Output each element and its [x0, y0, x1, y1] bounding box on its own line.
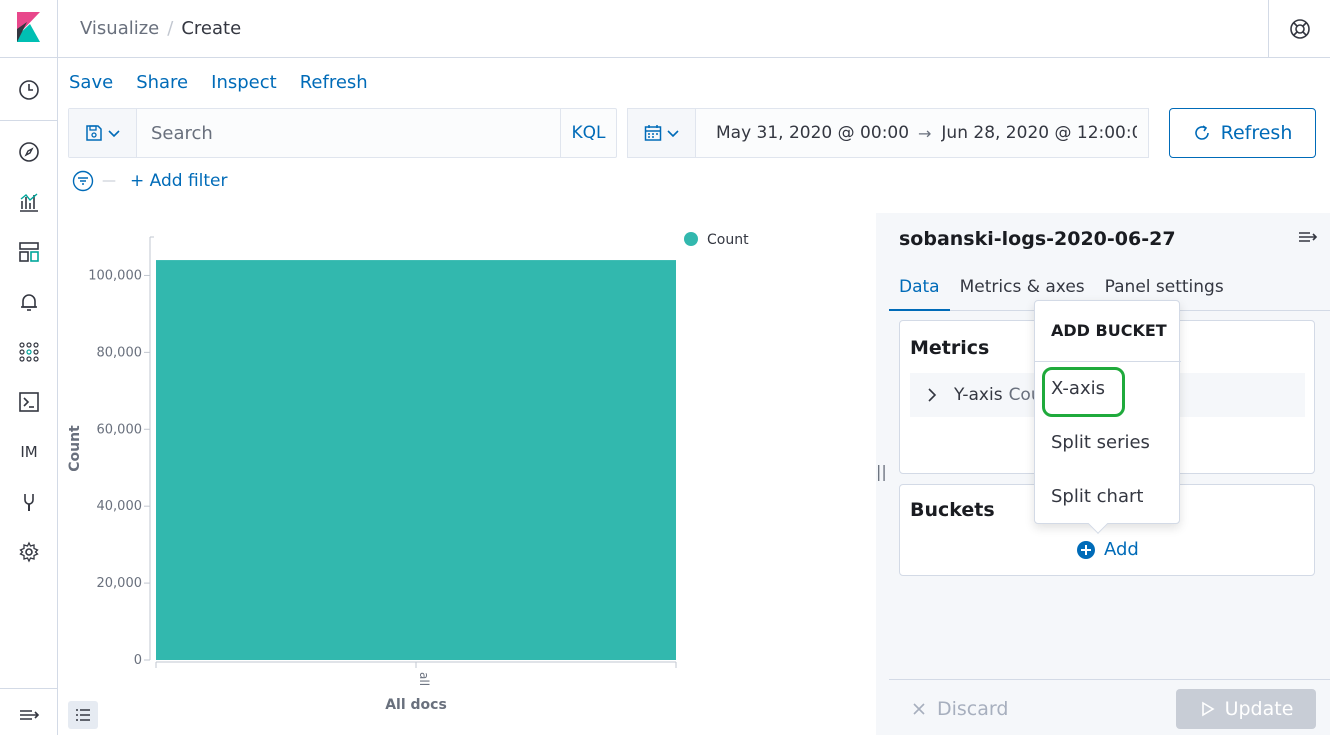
save-link[interactable]: Save	[69, 72, 113, 93]
apps-icon[interactable]	[0, 332, 58, 372]
date-arrow-icon: →	[918, 123, 932, 143]
close-icon	[913, 703, 925, 715]
add-bucket-button[interactable]: Add	[1076, 539, 1139, 560]
refresh-button-label: Refresh	[1220, 122, 1293, 144]
bar	[156, 260, 676, 660]
legend-label: Count	[707, 232, 749, 248]
popover-title: ADD BUCKET	[1051, 321, 1167, 340]
bell-icon[interactable]	[0, 282, 58, 322]
y-tick-label: 100,000	[88, 268, 142, 283]
add-bucket-label: Add	[1104, 539, 1139, 560]
collapse-panel-button[interactable]	[1298, 229, 1318, 249]
discard-label: Discard	[937, 698, 1009, 720]
add-filter-link[interactable]: + Add filter	[130, 171, 228, 191]
breadcrumb-create: Create	[181, 18, 242, 39]
visualize-icon[interactable]	[0, 182, 58, 222]
legend-swatch	[684, 232, 698, 246]
kibana-app: IM Visualize / Create Save Share Inspect…	[0, 0, 1330, 735]
menu-item-split-series[interactable]: Split series	[1051, 432, 1150, 453]
buckets-title: Buckets	[910, 499, 995, 521]
chevron-down-icon	[666, 130, 679, 138]
header: Visualize / Create	[58, 0, 1330, 58]
im-avatar-label: IM	[20, 443, 38, 461]
filter-bar: — + Add filter	[72, 170, 228, 192]
metrics-title: Metrics	[910, 337, 990, 359]
compass-icon[interactable]	[0, 132, 58, 172]
kibana-logo[interactable]	[0, 0, 58, 58]
nav-divider	[0, 688, 58, 689]
y-tick-label: 20,000	[97, 576, 143, 591]
list-icon	[76, 709, 90, 721]
y-tick-label: 40,000	[97, 499, 143, 514]
query-bar: KQL	[68, 108, 617, 158]
start-date[interactable]: May 31, 2020 @ 00:00:	[716, 123, 908, 143]
refresh-link[interactable]: Refresh	[300, 72, 368, 93]
share-link[interactable]: Share	[136, 72, 188, 93]
bar-chart: 0 20,000 40,000 60,000 80,000 100,000 all All d…	[67, 232, 749, 713]
end-date[interactable]: Jun 28, 2020 @ 12:00:0	[941, 123, 1137, 143]
search-input[interactable]	[137, 109, 560, 157]
quick-menu-button[interactable]	[628, 109, 696, 157]
chevron-down-icon	[107, 130, 120, 138]
popover-divider	[1035, 361, 1181, 362]
tab-data[interactable]: Data	[889, 275, 950, 311]
saved-query-button[interactable]	[69, 109, 137, 157]
menu-expand-icon[interactable]	[0, 695, 58, 735]
y-axis-title: Count	[67, 425, 83, 472]
refresh-icon	[1194, 125, 1209, 140]
dashboard-icon[interactable]	[0, 232, 58, 272]
panel-resize-handle[interactable]: ||	[876, 462, 887, 481]
help-icon	[1289, 19, 1310, 39]
legend-toggle-button[interactable]	[68, 701, 98, 729]
top-menu: Save Share Inspect Refresh	[69, 72, 368, 93]
x-tick-label: all	[417, 672, 431, 686]
console-icon[interactable]	[0, 382, 58, 422]
filter-icon[interactable]	[72, 170, 94, 192]
im-avatar[interactable]: IM	[0, 432, 58, 472]
menu-item-x-axis[interactable]: X-axis	[1051, 378, 1105, 399]
save-icon	[85, 125, 102, 141]
y-tick-label: 80,000	[97, 345, 143, 360]
nav-divider	[0, 120, 58, 121]
kibana-logo-icon	[17, 12, 40, 42]
inspect-link[interactable]: Inspect	[211, 72, 277, 93]
help-button[interactable]	[1268, 0, 1330, 58]
clock-icon[interactable]	[0, 70, 58, 110]
editor-footer: Discard Update	[889, 679, 1330, 735]
update-button[interactable]: Update	[1176, 689, 1316, 729]
y-axis-label: Y-axis	[954, 385, 1003, 405]
update-label: Update	[1224, 698, 1294, 720]
chevron-right-icon[interactable]	[922, 385, 942, 405]
play-icon	[1201, 701, 1215, 717]
breadcrumb-separator: /	[167, 18, 174, 39]
left-nav: IM	[0, 0, 58, 735]
calendar-icon	[644, 125, 661, 141]
x-axis-title: All docs	[385, 697, 447, 713]
index-pattern-title: sobanski-logs-2020-06-27	[899, 228, 1176, 250]
collapse-icon	[1299, 232, 1318, 242]
gear-icon[interactable]	[0, 532, 58, 572]
breadcrumb-visualize[interactable]: Visualize	[80, 18, 159, 39]
menu-item-split-chart[interactable]: Split chart	[1051, 486, 1143, 507]
y-tick-label: 60,000	[97, 422, 143, 437]
discard-button[interactable]: Discard	[911, 698, 1008, 720]
refresh-button[interactable]: Refresh	[1169, 108, 1316, 158]
plus-circle-icon	[1077, 540, 1095, 559]
y-tick-label: 0	[134, 653, 142, 668]
date-picker: May 31, 2020 @ 00:00: → Jun 28, 2020 @ 1…	[627, 108, 1149, 158]
wrench-icon[interactable]	[0, 482, 58, 522]
filter-divider: —	[102, 173, 116, 189]
kql-button[interactable]: KQL	[560, 109, 616, 157]
add-bucket-popover: ADD BUCKET X-axis Split series Split cha…	[1034, 300, 1181, 534]
